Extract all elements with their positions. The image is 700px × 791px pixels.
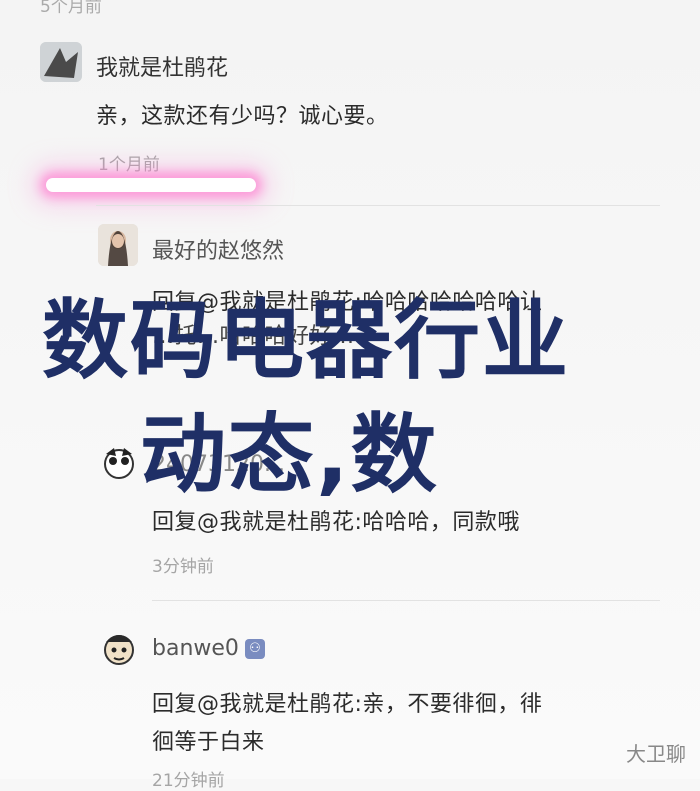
- avatar[interactable]: [40, 42, 82, 82]
- reply-text-line: 徊等于白来: [152, 730, 265, 755]
- comments-screen: 5个月前 我就是杜鹃花 亲，这款还有少吗？诚心要。 1个月前 最好的赵悠然 回复…: [0, 0, 700, 791]
- reply-author[interactable]: 最好的赵悠然: [152, 233, 284, 265]
- reply-text-line: 回复@我就是杜鹃花:亲，不要徘徊，徘: [152, 692, 543, 717]
- divider: [152, 600, 660, 601]
- reply-author[interactable]: banwe0 ⚇: [152, 636, 265, 661]
- avatar[interactable]: [100, 444, 138, 484]
- previous-timestamp: 5个月前: [40, 0, 102, 17]
- reply-author-name: banwe0: [152, 636, 239, 661]
- avatar-icon: [40, 42, 82, 82]
- watermark: 大卫聊: [626, 742, 686, 766]
- comment-text: 亲，这款还有少吗？诚心要。: [96, 104, 389, 129]
- overlay-title-line: 动态,数: [140, 405, 439, 505]
- highlight-mark: [46, 178, 256, 192]
- overlay-title-line: 数码电器行业: [42, 291, 570, 391]
- reply-text: 回复@我就是杜鹃花:哈哈哈，同款哦: [152, 510, 520, 535]
- avatar[interactable]: [98, 224, 138, 266]
- avatar-icon: [98, 224, 138, 266]
- avatar[interactable]: [100, 628, 138, 668]
- avatar-icon: [104, 635, 134, 665]
- avatar-icon: [104, 448, 134, 479]
- comment-author[interactable]: 我就是杜鹃花: [96, 50, 228, 82]
- reply-time: 3分钟前: [152, 557, 214, 577]
- comment-time: 1个月前: [98, 155, 160, 175]
- verified-badge-icon: ⚇: [244, 639, 265, 659]
- divider: [96, 205, 660, 206]
